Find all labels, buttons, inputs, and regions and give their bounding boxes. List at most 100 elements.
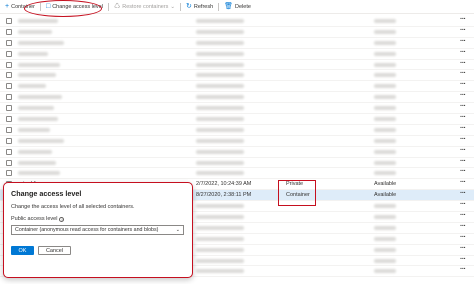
redacted-name bbox=[18, 73, 56, 78]
table-row[interactable]: ··· bbox=[0, 60, 474, 71]
table-row[interactable]: ··· bbox=[0, 147, 474, 158]
redacted-name bbox=[18, 149, 52, 154]
table-row[interactable]: ··· bbox=[0, 168, 474, 180]
redacted-date bbox=[196, 117, 244, 122]
redacted-lease bbox=[374, 138, 396, 143]
redacted-name bbox=[18, 95, 62, 100]
redacted-date bbox=[196, 225, 244, 230]
access-level: Private bbox=[286, 181, 304, 188]
row-checkbox[interactable] bbox=[6, 94, 12, 101]
redacted-date bbox=[196, 236, 244, 241]
redacted-name bbox=[18, 40, 64, 45]
row-checkbox[interactable] bbox=[6, 105, 12, 112]
table-row[interactable]: ··· bbox=[0, 136, 474, 147]
table-row[interactable]: ··· bbox=[0, 158, 474, 169]
plus-icon: + bbox=[5, 3, 10, 10]
more-actions-icon[interactable]: ··· bbox=[460, 27, 466, 34]
row-checkbox[interactable] bbox=[6, 83, 12, 90]
more-actions-icon[interactable]: ··· bbox=[460, 201, 466, 208]
last-modified: 8/27/2020, 2:38:11 PM bbox=[196, 192, 252, 199]
more-actions-icon[interactable]: ··· bbox=[460, 114, 466, 121]
more-actions-icon[interactable]: ··· bbox=[460, 16, 466, 23]
trash-icon: 🗑 bbox=[224, 3, 234, 10]
more-actions-icon[interactable]: ··· bbox=[460, 256, 466, 263]
redacted-date bbox=[196, 29, 244, 34]
more-actions-icon[interactable]: ··· bbox=[460, 60, 466, 67]
more-actions-icon[interactable]: ··· bbox=[460, 266, 466, 273]
info-icon[interactable]: i bbox=[59, 216, 65, 222]
redacted-name bbox=[18, 29, 52, 34]
row-checkbox[interactable] bbox=[6, 72, 12, 79]
redacted-lease bbox=[374, 215, 396, 220]
redacted-date bbox=[196, 215, 244, 220]
row-checkbox[interactable] bbox=[6, 18, 12, 24]
redacted-name bbox=[18, 127, 50, 132]
redacted-date bbox=[196, 127, 244, 132]
more-actions-icon[interactable]: ··· bbox=[460, 81, 466, 88]
table-row[interactable]: ··· bbox=[0, 125, 474, 136]
last-modified: 2/7/2022, 10:24:39 AM bbox=[196, 181, 252, 188]
more-actions-icon[interactable]: ··· bbox=[460, 103, 466, 110]
table-row[interactable]: ··· bbox=[0, 16, 474, 27]
more-actions-icon[interactable]: ··· bbox=[460, 70, 466, 77]
redacted-date bbox=[196, 138, 244, 143]
change-access-level-button[interactable]: □ Change access level bbox=[43, 2, 106, 12]
more-actions-icon[interactable]: ··· bbox=[460, 147, 466, 154]
restore-containers-button[interactable]: ♺ Restore containers ⌄ bbox=[111, 2, 178, 12]
redacted-lease bbox=[374, 269, 396, 274]
more-actions-icon[interactable]: ··· bbox=[460, 92, 466, 99]
redacted-name bbox=[18, 19, 58, 23]
table-row[interactable]: ··· bbox=[0, 49, 474, 60]
redacted-lease bbox=[374, 29, 396, 34]
table-row[interactable]: ··· bbox=[0, 92, 474, 104]
more-actions-icon[interactable]: ··· bbox=[460, 38, 466, 45]
row-checkbox[interactable] bbox=[6, 39, 12, 46]
toolbar-divider bbox=[107, 2, 109, 11]
add-container-button[interactable]: + Container bbox=[2, 2, 38, 12]
refresh-button[interactable]: ↻ Refresh bbox=[183, 2, 216, 12]
table-row[interactable]: ··· bbox=[0, 81, 474, 93]
more-actions-icon[interactable]: ··· bbox=[460, 190, 466, 197]
table-row[interactable]: ··· bbox=[0, 114, 474, 125]
row-checkbox[interactable] bbox=[6, 116, 12, 123]
lease-state: Available bbox=[374, 192, 397, 199]
row-checkbox[interactable] bbox=[6, 61, 12, 68]
redacted-lease bbox=[374, 62, 396, 67]
more-actions-icon[interactable]: ··· bbox=[460, 223, 466, 230]
row-checkbox[interactable] bbox=[6, 148, 12, 155]
more-actions-icon[interactable]: ··· bbox=[460, 49, 466, 56]
table-row[interactable]: ··· bbox=[0, 103, 474, 115]
table-row[interactable]: ··· bbox=[0, 27, 474, 38]
row-checkbox[interactable] bbox=[6, 28, 12, 35]
row-checkbox[interactable] bbox=[6, 159, 12, 166]
lock-icon: □ bbox=[45, 3, 51, 10]
command-bar: + Container □ Change access level ♺ Rest… bbox=[0, 0, 474, 14]
delete-button[interactable]: 🗑 Delete bbox=[221, 2, 254, 12]
row-checkbox[interactable] bbox=[6, 170, 12, 177]
redacted-date bbox=[196, 51, 244, 56]
row-checkbox[interactable] bbox=[6, 137, 12, 144]
ok-button[interactable]: OK bbox=[11, 246, 34, 255]
more-actions-icon[interactable]: ··· bbox=[460, 158, 466, 165]
more-actions-icon[interactable]: ··· bbox=[460, 234, 466, 241]
redacted-lease bbox=[374, 117, 396, 122]
redacted-name bbox=[18, 62, 60, 67]
table-row[interactable]: ··· bbox=[0, 70, 474, 82]
redacted-lease bbox=[374, 247, 396, 252]
more-actions-icon[interactable]: ··· bbox=[460, 179, 466, 186]
redacted-lease bbox=[374, 149, 396, 154]
more-actions-icon[interactable]: ··· bbox=[460, 245, 466, 252]
table-row[interactable]: ··· bbox=[0, 38, 474, 49]
cancel-button[interactable]: Cancel bbox=[38, 246, 71, 255]
more-actions-icon[interactable]: ··· bbox=[460, 125, 466, 132]
redacted-name bbox=[18, 138, 64, 143]
row-checkbox[interactable] bbox=[6, 50, 12, 57]
redacted-name bbox=[18, 171, 60, 176]
more-actions-icon[interactable]: ··· bbox=[460, 136, 466, 143]
row-checkbox[interactable] bbox=[6, 126, 12, 133]
refresh-icon: ↻ bbox=[186, 3, 192, 10]
lease-state: Available bbox=[374, 181, 397, 188]
more-actions-icon[interactable]: ··· bbox=[460, 212, 466, 219]
public-access-level-dropdown[interactable]: Container (anonymous read access for con… bbox=[11, 225, 184, 235]
more-actions-icon[interactable]: ··· bbox=[460, 168, 466, 175]
